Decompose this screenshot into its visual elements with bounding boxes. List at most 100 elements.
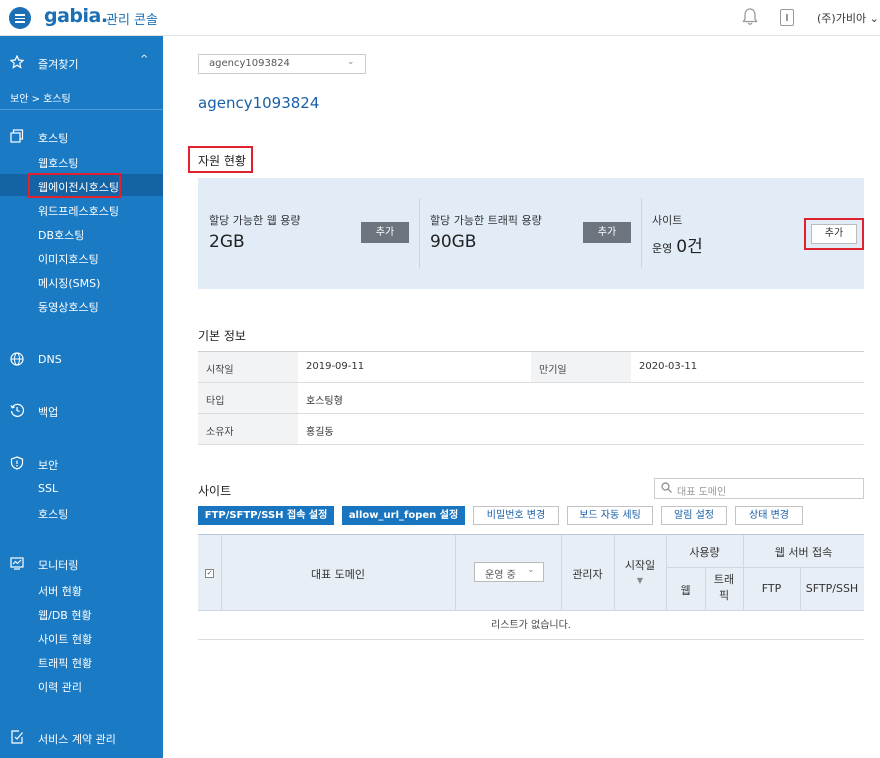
sidebar-item-wordpress-hosting[interactable]: 워드프레스호스팅 xyxy=(0,198,163,220)
sidebar-item-label: 워드프레스호스팅 xyxy=(38,205,119,218)
col-sftp-ssh: SFTP/SSH xyxy=(805,582,859,595)
sidebar-section-contract[interactable]: 서비스 계약 관리 xyxy=(0,728,163,748)
change-status-button[interactable]: 상태 변경 xyxy=(735,506,803,525)
sidebar-item-label: 트래픽 현황 xyxy=(38,657,93,670)
sidebar-item-server-status[interactable]: 서버 현황 xyxy=(0,578,163,600)
sidebar-section-monitoring[interactable]: 모니터링 xyxy=(0,554,163,574)
status-filter-value: 운영 중 xyxy=(485,570,516,581)
divider xyxy=(641,198,642,268)
sidebar-item-video-hosting[interactable]: 동영상호스팅 xyxy=(0,294,163,316)
col-web-access: 웹 서버 접속 xyxy=(774,546,833,559)
add-traffic-capacity-button[interactable]: 추가 xyxy=(583,222,631,243)
sidebar-item-web-hosting[interactable]: 웹호스팅 xyxy=(0,150,163,172)
bell-icon[interactable] xyxy=(742,8,758,26)
monitor-chart-icon xyxy=(10,557,24,570)
col-usage-traffic: 트래 픽 xyxy=(705,572,743,604)
sidebar-section-backup[interactable]: 백업 xyxy=(0,401,163,421)
type-label: 타입 xyxy=(206,396,225,407)
traffic-capacity-value: 90GB xyxy=(430,232,477,252)
sidebar-item-site-status[interactable]: 사이트 현황 xyxy=(0,626,163,648)
sidebar-breadcrumb: 보안 > 호스팅 xyxy=(0,88,163,110)
favorites-label: 즐겨찾기 xyxy=(38,58,79,71)
notification-settings-button[interactable]: 알림 설정 xyxy=(661,506,727,525)
sites-table: ✓ 대표 도메인 운영 중 ⌄ 관리자 시작일 ▼ 사용량 웹 트래 픽 웹 서버 … xyxy=(198,534,864,640)
site-count-number: 0건 xyxy=(676,237,703,257)
star-icon xyxy=(10,55,24,69)
chevron-down-icon: ⌄ xyxy=(869,12,879,25)
site-count: 사이트 운영 0건 xyxy=(652,198,802,268)
sidebar-item-label: SSL xyxy=(38,482,59,495)
owner-label: 소유자 xyxy=(206,427,234,438)
owner-header: 소유자 xyxy=(198,414,298,444)
gabia-logo[interactable]: gabia. xyxy=(44,5,108,27)
divider xyxy=(666,567,864,568)
table-row: 소유자 홍길동 xyxy=(198,414,864,445)
col-usage-traffic-line1: 트래 xyxy=(713,573,735,586)
sidebar-item-traffic-status[interactable]: 트래픽 현황 xyxy=(0,650,163,672)
col-start-date[interactable]: 시작일 ▼ xyxy=(614,557,666,586)
site-count-prefix: 운영 xyxy=(652,242,673,255)
expire-date-header: 만기일 xyxy=(531,352,631,382)
col-ftp: FTP xyxy=(761,582,782,595)
account-select[interactable]: agency1093824 ⌄ xyxy=(198,54,366,74)
col-start-date-label: 시작일 xyxy=(624,559,656,572)
type-value: 호스팅형 xyxy=(306,396,343,407)
notice-icon[interactable] xyxy=(780,9,794,26)
security-title: 보안 xyxy=(38,459,59,472)
main-content: agency1093824 ⌄ agency1093824 자원 현황 할당 가… xyxy=(163,36,880,758)
sidebar-item-messaging[interactable]: 메시징(SMS) xyxy=(0,270,163,292)
account-select-value: agency1093824 xyxy=(209,58,290,69)
monitoring-title: 모니터링 xyxy=(38,559,79,572)
site-count-label: 사이트 xyxy=(652,214,683,227)
sidebar-item-label: 호스팅 xyxy=(38,508,69,521)
sidebar-favorites[interactable]: 즐겨찾기 ^ xyxy=(0,52,163,74)
web-capacity-value: 2GB xyxy=(209,232,245,252)
expire-date-cell: 2020-03-11 xyxy=(631,352,864,382)
resources-heading-box: 자원 현황 xyxy=(188,146,253,173)
divider xyxy=(455,535,456,611)
sidebar-item-ssl[interactable]: SSL xyxy=(0,477,163,499)
sidebar-item-image-hosting[interactable]: 이미지호스팅 xyxy=(0,246,163,268)
domain-search-input[interactable]: 대표 도메인 xyxy=(654,478,864,499)
sidebar-item-label: 동영상호스팅 xyxy=(38,301,99,314)
table-row: 시작일 2019-09-11 만기일 2020-03-11 xyxy=(198,352,864,383)
sidebar-item-label: DB호스팅 xyxy=(38,229,85,242)
start-date-label: 시작일 xyxy=(206,365,234,376)
globe-icon xyxy=(10,352,24,366)
sidebar-item-history[interactable]: 이력 관리 xyxy=(0,674,163,696)
select-all-checkbox[interactable]: ✓ xyxy=(205,569,214,578)
sidebar-item-security-hosting[interactable]: 호스팅 xyxy=(0,501,163,523)
resources-panel: 할당 가능한 웹 용량 2GB 추가 할당 가능한 트래픽 용량 90GB 추가… xyxy=(198,178,864,289)
start-date-cell: 2019-09-11 xyxy=(298,352,531,382)
add-site-button[interactable]: 추가 xyxy=(811,224,857,244)
chevron-up-icon[interactable]: ^ xyxy=(140,54,148,65)
sidebar-section-hosting[interactable]: 호스팅 xyxy=(0,127,163,147)
chevron-down-icon: ⌄ xyxy=(527,565,535,575)
sidebar-item-web-db-status[interactable]: 웹/DB 현황 xyxy=(0,602,163,624)
sidebar-item-web-agency-hosting[interactable]: 웹에이전시호스팅 xyxy=(0,173,163,198)
status-filter-select[interactable]: 운영 중 ⌄ xyxy=(474,562,544,582)
ftp-access-settings-button[interactable]: FTP/SFTP/SSH 접속 설정 xyxy=(198,506,334,525)
col-domain[interactable]: 대표 도메인 xyxy=(221,566,455,582)
owner-value: 홍길동 xyxy=(306,427,334,438)
add-web-capacity-button[interactable]: 추가 xyxy=(361,222,409,243)
sidebar-item-db-hosting[interactable]: DB호스팅 xyxy=(0,222,163,244)
change-password-button[interactable]: 비밀번호 변경 xyxy=(473,506,559,525)
empty-list-message: 리스트가 없습니다. xyxy=(198,612,864,640)
org-menu[interactable]: (주)가비아 ⌄ xyxy=(817,10,879,26)
allow-url-fopen-button[interactable]: allow_url_fopen 설정 xyxy=(342,506,465,525)
menu-icon[interactable] xyxy=(9,7,31,29)
sort-caret-icon: ▼ xyxy=(636,576,644,585)
contract-title: 서비스 계약 관리 xyxy=(38,733,116,746)
sidebar-section-security[interactable]: 보안 xyxy=(0,454,163,474)
top-header: gabia. 관리 콘솔 (주)가비아 ⌄ xyxy=(0,0,880,36)
divider xyxy=(419,198,420,268)
col-usage-web: 웹 xyxy=(680,584,691,597)
expire-date-value: 2020-03-11 xyxy=(639,361,698,372)
sidebar-section-dns[interactable]: DNS xyxy=(0,350,163,370)
basic-info-heading: 기본 정보 xyxy=(198,329,246,343)
highlight-box: 추가 xyxy=(804,218,864,250)
board-auto-setup-button[interactable]: 보드 자동 세팅 xyxy=(567,506,653,525)
sidebar-item-label: 웹에이전시호스팅 xyxy=(38,181,119,194)
start-date-value: 2019-09-11 xyxy=(306,361,365,372)
